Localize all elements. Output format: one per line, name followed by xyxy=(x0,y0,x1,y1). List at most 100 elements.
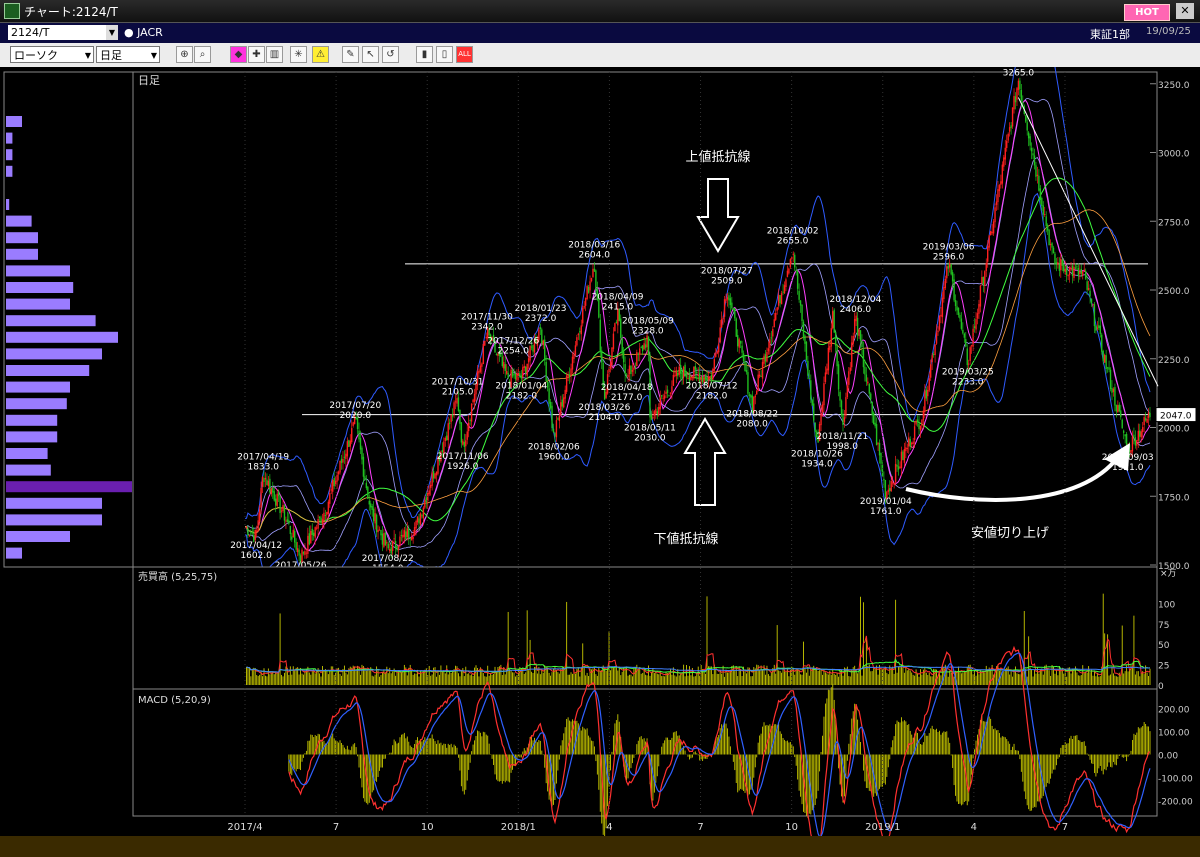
candle-body xyxy=(1008,127,1011,132)
chart-type-select[interactable]: ローソク ▼ xyxy=(10,46,94,63)
candle-body xyxy=(453,402,455,415)
candle-body xyxy=(333,477,335,487)
x-tick-label: 10 xyxy=(785,822,798,833)
alert-icon[interactable]: ⚠ xyxy=(312,46,329,63)
candle-body xyxy=(459,409,461,424)
candle-body xyxy=(811,400,813,406)
profile-bar xyxy=(6,531,70,542)
candle-body xyxy=(653,411,656,416)
candle-body xyxy=(641,345,644,352)
candle-body xyxy=(665,391,667,394)
candle-body xyxy=(345,453,347,460)
candle-body xyxy=(545,361,547,381)
candle-body xyxy=(900,451,903,468)
candle-body xyxy=(368,500,370,505)
cursor-icon[interactable]: ↖ xyxy=(362,46,379,63)
crosshair-icon[interactable]: ✚ xyxy=(248,46,265,63)
candle-body xyxy=(773,319,775,328)
candle-body xyxy=(1133,434,1135,437)
candle-body xyxy=(1124,434,1126,437)
candle-body xyxy=(275,498,277,506)
candle-body xyxy=(956,306,958,311)
peak-date-label: 2018/05/09 xyxy=(622,316,674,326)
candle-body xyxy=(348,440,350,448)
candle-body xyxy=(862,349,865,368)
candle-body xyxy=(770,337,773,339)
candle-body xyxy=(573,354,575,359)
candle-body xyxy=(1096,327,1099,329)
candle-body xyxy=(758,374,761,377)
candle-body xyxy=(884,479,887,498)
candle-body xyxy=(1074,267,1077,269)
candle-body xyxy=(827,347,830,371)
candle-body xyxy=(1058,264,1061,271)
candle-body xyxy=(365,482,368,489)
candle-body xyxy=(283,505,286,521)
candle-body xyxy=(631,369,634,372)
undo-icon[interactable]: ↺ xyxy=(382,46,399,63)
candle-body xyxy=(630,366,632,375)
candle-body xyxy=(875,424,878,445)
candle-body xyxy=(880,452,882,464)
profile-bar xyxy=(6,514,102,526)
candle-body xyxy=(1027,132,1030,139)
candle-body xyxy=(614,323,616,332)
candle-body xyxy=(881,464,884,477)
chart-area: 13044500 日足 1500.01750.02000.02250.02500… xyxy=(0,67,1200,836)
candle-body xyxy=(308,533,311,545)
single-bar-icon[interactable]: ▮ xyxy=(416,46,433,63)
candle-body xyxy=(503,361,505,369)
candle-body xyxy=(707,376,710,381)
candle-body xyxy=(979,285,982,307)
candle-body xyxy=(1014,96,1017,103)
candle-body xyxy=(931,355,933,363)
candle-body xyxy=(963,333,966,338)
all-icon[interactable]: ALL xyxy=(456,46,473,63)
candle-body xyxy=(997,189,999,203)
candle-body xyxy=(1000,181,1002,185)
close-icon[interactable]: ✕ xyxy=(1176,3,1194,19)
symbol-name: ● JACR xyxy=(124,26,163,39)
navigation-bar[interactable] xyxy=(0,836,1200,857)
profile-bar xyxy=(6,497,102,509)
candle-body xyxy=(1001,164,1004,184)
candle-body xyxy=(583,306,585,308)
candle-body xyxy=(1146,418,1148,423)
candle-body xyxy=(962,329,964,334)
candle-body xyxy=(785,279,787,287)
star-icon[interactable]: ✳ xyxy=(290,46,307,63)
symbol-dropdown-icon[interactable]: ▼ xyxy=(106,25,118,40)
compare-icon[interactable]: ◆ xyxy=(230,46,247,63)
zoom-icon[interactable]: ⊕ xyxy=(176,46,193,63)
candle-body xyxy=(364,476,366,481)
period-select[interactable]: 日足 ▼ xyxy=(96,46,160,63)
x-tick-label: 10 xyxy=(421,822,434,833)
candle-body xyxy=(918,423,920,429)
candle-body xyxy=(663,395,666,399)
peak-date-label: 2017/12/26 xyxy=(487,337,539,347)
hot-button[interactable]: HOT xyxy=(1124,4,1170,21)
candle-body xyxy=(1042,205,1044,215)
candle-body xyxy=(371,506,373,510)
candle-body xyxy=(501,356,504,367)
pencil-icon[interactable]: ✎ xyxy=(342,46,359,63)
candle-body xyxy=(853,318,856,334)
candle-body xyxy=(717,344,720,353)
bar-chart-icon[interactable]: ▥ xyxy=(266,46,283,63)
symbol-input[interactable]: 2124/T xyxy=(8,25,118,40)
trough-date-label: 2018/08/22 xyxy=(726,410,778,420)
candle-body xyxy=(675,370,678,376)
candle-body xyxy=(984,271,986,286)
candle-body xyxy=(927,390,929,397)
peak-value-label: 2596.0 xyxy=(933,253,965,263)
candle-body xyxy=(457,397,460,411)
candle-body xyxy=(542,340,544,346)
candle-body xyxy=(856,317,859,336)
candle-body xyxy=(772,328,774,337)
candle-body xyxy=(929,364,932,378)
double-bar-icon[interactable]: ▯ xyxy=(436,46,453,63)
trough-value-label: 1934.0 xyxy=(801,460,833,470)
candle-body xyxy=(1102,350,1104,362)
search-icon[interactable]: ⌕ xyxy=(194,46,211,63)
profile-bar xyxy=(6,248,38,260)
